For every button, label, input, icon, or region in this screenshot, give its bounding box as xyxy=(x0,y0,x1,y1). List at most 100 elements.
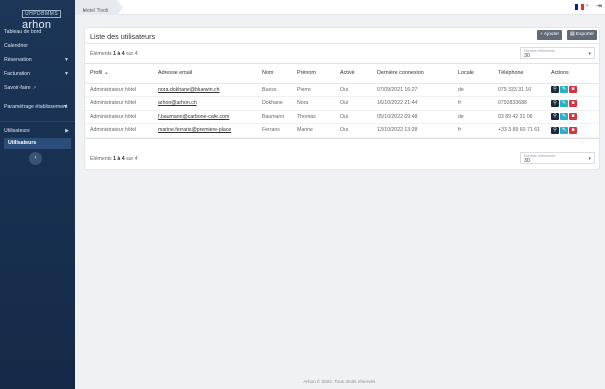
column-header-prenom[interactable]: Prénom xyxy=(292,64,335,84)
hotel-name: Hotel Tivoli xyxy=(83,8,109,14)
sidebar-item-label: Savoir-faire xyxy=(4,85,31,91)
logout-icon[interactable]: ⇥ xyxy=(596,2,602,10)
footer-copyright: Arhon © 2022. Tous droits réservés. xyxy=(303,379,377,384)
language-chevron-icon[interactable]: › xyxy=(586,3,588,9)
cell-nom: Dokhane xyxy=(257,96,292,111)
cell-phone: +33 3 89 60 71 61 xyxy=(493,123,546,138)
sidebar-item-label: Utilisateurs xyxy=(4,128,30,134)
edit-icon: ✎ xyxy=(561,86,567,93)
export-label: Exporter xyxy=(575,32,595,37)
cell-email-link[interactable]: f.baumann@carbone-cafe.com xyxy=(153,110,257,124)
view-button[interactable]: ⚲ xyxy=(551,113,559,121)
rows-per-page-select-top[interactable]: Nombre d'éléments 30 ▾ xyxy=(520,47,595,59)
trash-icon: ■ xyxy=(571,99,575,106)
users-table: Profil ▲ Adresse email Nom Prénom Activé … xyxy=(85,63,599,139)
chevron-down-icon: ▼ xyxy=(64,57,69,63)
sidebar-item-label: Calendrier xyxy=(4,43,28,49)
edit-button[interactable]: ✎ xyxy=(560,86,568,94)
pagination-info-bottom: Éléments 1 à 4 sur 4 xyxy=(90,156,138,162)
sidebar-item-users[interactable]: Utilisateurs ▶ xyxy=(0,124,75,138)
column-header-last-login[interactable]: Dernière connexion xyxy=(372,64,453,84)
column-header-nom[interactable]: Nom xyxy=(257,64,292,84)
cell-profil: Administrateur hôtel xyxy=(85,83,153,97)
topbar: Hotel Tivoli ▾ › ⇥ xyxy=(75,0,605,15)
trash-icon: ■ xyxy=(571,113,575,120)
cell-prenom: Thomas xyxy=(292,110,335,124)
add-user-button[interactable]: + Ajouter xyxy=(537,30,563,40)
users-card: Liste des utilisateurs + Ajouter ▤ Expor… xyxy=(84,27,600,170)
sidebar-item-know-how[interactable]: Savoir-faire ↗ xyxy=(0,81,75,95)
view-button[interactable]: ⚲ xyxy=(551,86,559,94)
cell-active: Oui xyxy=(335,83,372,97)
cell-locale: fr xyxy=(453,96,493,111)
rows-per-page-select-bottom[interactable]: Nombre d'éléments 30 ▾ xyxy=(520,152,595,164)
sidebar-item-settings[interactable]: Paramétrage établissement ▼ xyxy=(0,100,75,114)
delete-button[interactable]: ■ xyxy=(569,126,577,134)
table-row: Administrateur hôtel arhon@arhon.ch Dokh… xyxy=(85,96,599,111)
view-button[interactable]: ⚲ xyxy=(551,126,559,134)
sidebar-item-label: Tableau de bord xyxy=(4,29,42,35)
delete-button[interactable]: ■ xyxy=(569,99,577,107)
column-header-actions: Actions xyxy=(546,64,599,84)
column-header-email[interactable]: Adresse email xyxy=(153,64,257,84)
delete-button[interactable]: ■ xyxy=(569,86,577,94)
sidebar-item-billing[interactable]: Facturation ▼ xyxy=(0,67,75,81)
edit-button[interactable]: ✎ xyxy=(560,126,568,134)
cell-active: Oui xyxy=(335,110,372,124)
sidebar-subitem-users[interactable]: Utilisateurs xyxy=(4,138,71,149)
external-link-icon: ↗ xyxy=(32,85,37,90)
table-row: Administrateur hôtel f.baumann@carbone-c… xyxy=(85,110,599,124)
search-icon: ⚲ xyxy=(553,86,557,93)
caret-down-icon: ▾ xyxy=(588,156,591,162)
cell-prenom: Nora xyxy=(292,96,335,111)
trash-icon: ■ xyxy=(571,126,575,133)
trash-icon: ■ xyxy=(571,86,575,93)
cell-profil: Administrateur hôtel xyxy=(85,110,153,124)
search-icon: ⚲ xyxy=(553,99,557,106)
sidebar-item-label: Paramétrage établissement xyxy=(4,104,68,110)
sidebar-item-label: Réservation xyxy=(4,57,32,63)
cell-locale: de xyxy=(453,110,493,124)
cell-actions: ⚲ ✎ ■ xyxy=(546,110,599,124)
cell-last-login: 16/10/2022 21:44 xyxy=(372,96,453,111)
chevron-right-icon: ▶ xyxy=(65,128,69,134)
column-header-locale[interactable]: Locale xyxy=(453,64,493,84)
chevron-down-icon: ▼ xyxy=(63,104,68,110)
sidebar-item-calendar[interactable]: Calendrier xyxy=(0,39,75,53)
brand-logo[interactable]: UHPDBMMS arhon xyxy=(0,0,75,31)
cell-phone: 0792833688 xyxy=(493,96,546,111)
cell-actions: ⚲ ✎ ■ xyxy=(546,96,599,111)
sidebar-item-label: Facturation xyxy=(4,71,30,77)
cell-last-login: 13/10/2022 13:28 xyxy=(372,123,453,138)
caret-down-icon: ▾ xyxy=(83,8,86,14)
edit-icon: ✎ xyxy=(561,126,567,133)
sidebar-item-label: Utilisateurs xyxy=(8,140,37,146)
view-button[interactable]: ⚲ xyxy=(551,99,559,107)
cell-phone: 03 89 42 31 06 xyxy=(493,110,546,124)
cell-email-link[interactable]: arhon@arhon.ch xyxy=(153,96,257,111)
export-button[interactable]: ▤ Exporter xyxy=(567,30,598,40)
sidebar: UHPDBMMS arhon Tableau de bord Calendrie… xyxy=(0,0,75,389)
column-header-profil[interactable]: Profil ▲ xyxy=(85,64,153,84)
column-header-phone[interactable]: Téléphone xyxy=(493,64,546,84)
edit-button[interactable]: ✎ xyxy=(560,113,568,121)
edit-button[interactable]: ✎ xyxy=(560,99,568,107)
search-icon: ⚲ xyxy=(553,126,557,133)
export-icon: ▤ xyxy=(570,32,575,37)
cell-email-link[interactable]: nora.dokhane@bluewin.ch xyxy=(153,83,257,97)
sidebar-item-reservation[interactable]: Réservation ▼ xyxy=(0,53,75,67)
column-header-active[interactable]: Activé xyxy=(335,64,372,84)
cell-locale: fr xyxy=(453,123,493,138)
sidebar-item-dashboard[interactable]: Tableau de bord xyxy=(0,25,75,39)
cell-profil: Administrateur hôtel xyxy=(85,123,153,138)
sidebar-collapse-button[interactable]: ‹ xyxy=(29,152,42,165)
delete-button[interactable]: ■ xyxy=(569,113,577,121)
cell-last-login: 05/10/2022 09:48 xyxy=(372,110,453,124)
rows-per-page-value: 30 xyxy=(524,53,530,59)
logo-mark: UHPDBMMS xyxy=(22,10,62,18)
cell-email-link[interactable]: marine.ferraris@premiere-place xyxy=(153,123,257,138)
language-flag-icon[interactable] xyxy=(575,4,584,10)
cell-nom: Baumann xyxy=(257,110,292,124)
cell-nom: Ferraris xyxy=(257,123,292,138)
hotel-selector[interactable]: Hotel Tivoli ▾ xyxy=(75,0,123,15)
